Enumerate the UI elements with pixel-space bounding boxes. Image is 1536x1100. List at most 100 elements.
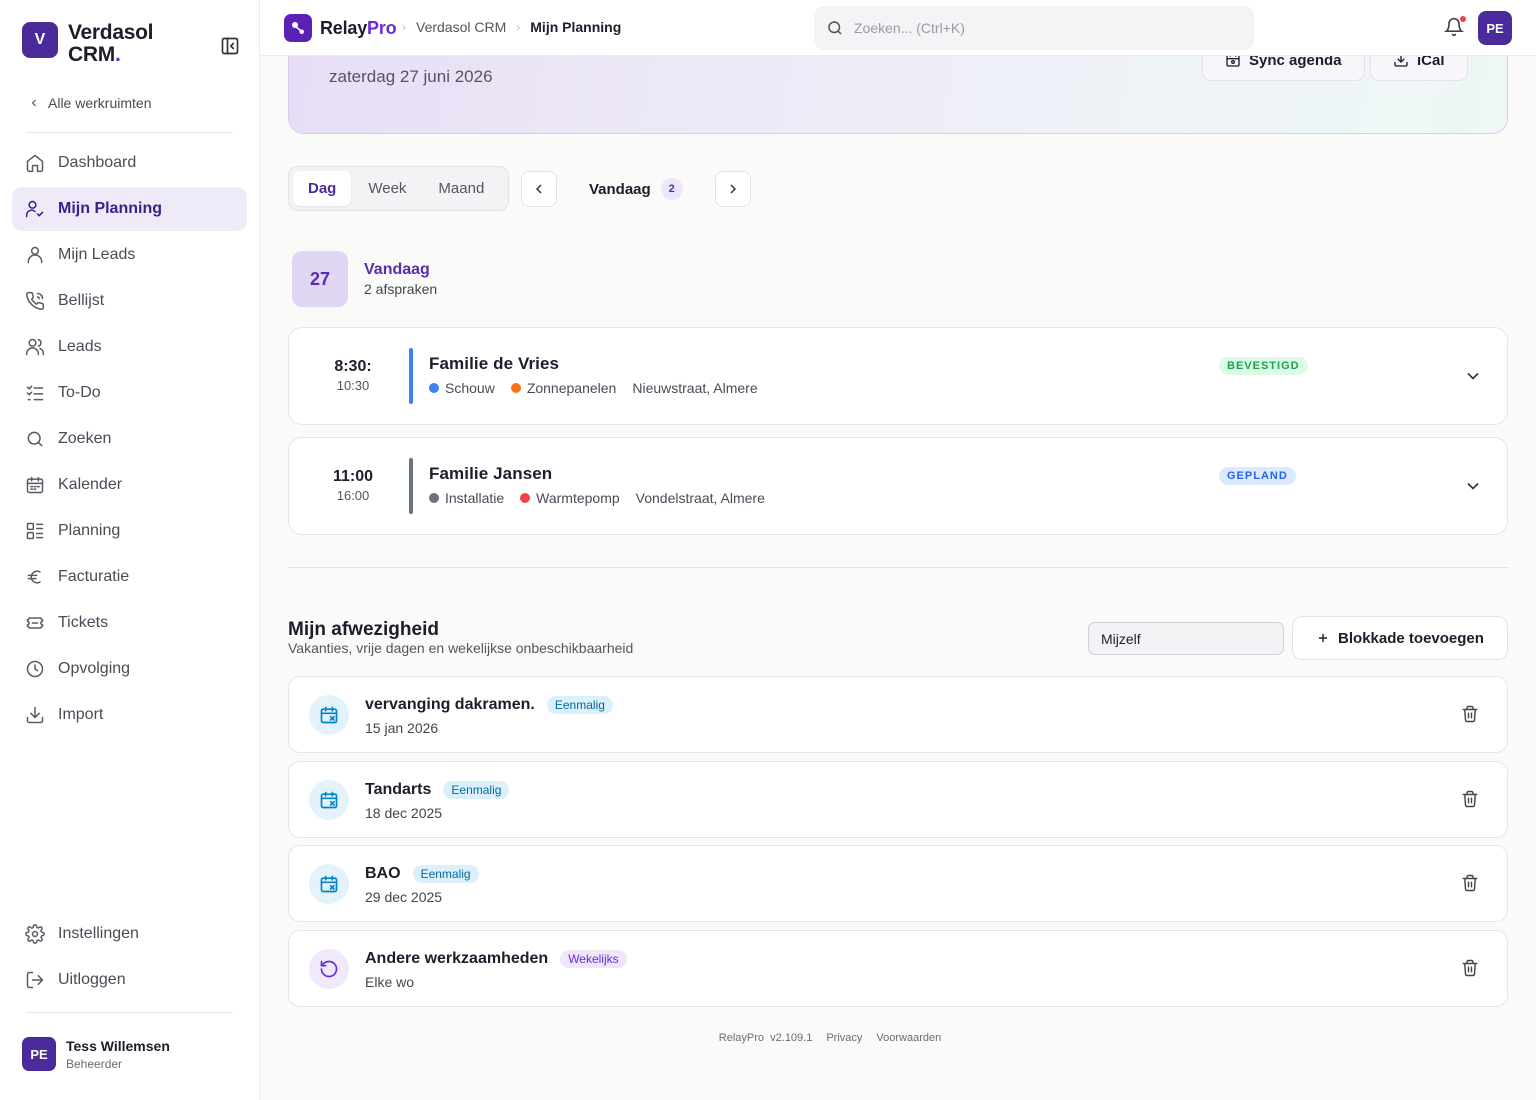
sidebar-item-label: Facturatie bbox=[58, 568, 130, 585]
sidebar-item-label: Opvolging bbox=[58, 660, 131, 677]
tab-maand[interactable]: Maand bbox=[423, 171, 499, 206]
trash-icon[interactable] bbox=[1461, 874, 1481, 894]
user-profile[interactable]: PE Tess Willemsen Beheerder bbox=[22, 1037, 170, 1071]
chevron-right-icon bbox=[730, 184, 737, 194]
breadcrumb-current: Mijn Planning bbox=[530, 19, 622, 35]
chevron-left-icon bbox=[31, 99, 36, 107]
appointment-type: Installatie bbox=[429, 490, 504, 506]
all-workspaces-link[interactable]: Alle werkruimten bbox=[28, 95, 151, 111]
today-button[interactable]: Vandaag 2 bbox=[589, 178, 683, 200]
sidebar-item-instellingen[interactable]: Instellingen bbox=[12, 912, 247, 956]
sidebar-item-dashboard[interactable]: Dashboard bbox=[12, 141, 247, 185]
absence-item[interactable]: Tandarts Eenmalig 18 dec 2025 bbox=[288, 760, 1508, 838]
tab-dag[interactable]: Dag bbox=[293, 171, 352, 206]
chevron-down-icon[interactable] bbox=[1463, 476, 1483, 496]
day-header: 27 Vandaag 2 afspraken bbox=[292, 251, 437, 307]
trash-icon[interactable] bbox=[1461, 959, 1481, 979]
terms-link[interactable]: Voorwaarden bbox=[876, 1032, 941, 1044]
calendar-x-icon bbox=[309, 695, 349, 735]
appointment-start: 8:30: bbox=[334, 358, 372, 375]
sidebar-item-mijn-planning[interactable]: Mijn Planning bbox=[12, 187, 247, 231]
bell-icon[interactable] bbox=[1444, 16, 1466, 40]
absence-item[interactable]: Andere werkzaamheden Wekelijks Elke wo bbox=[288, 929, 1508, 1007]
logout-icon bbox=[24, 969, 46, 991]
footer-version: RelayPro v2.109.1 bbox=[718, 1032, 813, 1044]
hero-date: zaterdag 27 juni 2026 bbox=[329, 67, 493, 86]
sidebar-item-label: To-Do bbox=[58, 384, 101, 401]
clock-icon bbox=[24, 658, 46, 680]
appointment-card[interactable]: 11:00 16:00 Familie Jansen Installatie Warmt… bbox=[288, 437, 1508, 535]
sidebar-item-leads[interactable]: Leads bbox=[12, 325, 247, 369]
appointment-card[interactable]: 8:30: 10:30 Familie de Vries Schouw Zonnepan… bbox=[288, 327, 1508, 425]
appointment-product: Warmtepomp bbox=[520, 490, 620, 506]
add-block-button[interactable]: Blokkade toevoegen bbox=[1292, 616, 1508, 660]
appointment-address: Vondelstraat, Almere bbox=[635, 490, 765, 506]
appointment-address: Nieuwstraat, Almere bbox=[632, 380, 758, 396]
absence-frequency-badge: Wekelijks bbox=[560, 949, 627, 968]
sidebar-item-import[interactable]: Import bbox=[12, 693, 247, 737]
sidebar-item-opvolging[interactable]: Opvolging bbox=[12, 647, 247, 691]
day-subtitle: 2 afspraken bbox=[364, 281, 438, 297]
search-input[interactable] bbox=[854, 20, 1234, 36]
sidebar-item-kalender[interactable]: Kalender bbox=[12, 463, 247, 507]
previous-day-button[interactable] bbox=[521, 171, 557, 207]
sidebar-item-label: Bellijst bbox=[58, 292, 105, 309]
sidebar-bottom-nav: Instellingen Uitloggen bbox=[12, 912, 247, 1004]
absence-item-date: 15 jan 2026 bbox=[365, 720, 439, 736]
person-select[interactable]: Mijzelf bbox=[1088, 622, 1284, 655]
sidebar-item-zoeken[interactable]: Zoeken bbox=[12, 417, 247, 461]
sidebar-item-tickets[interactable]: Tickets bbox=[12, 601, 247, 645]
layout-list-icon bbox=[24, 520, 46, 542]
sidebar-item-bellijst[interactable]: Bellijst bbox=[12, 279, 247, 323]
calendar-x-icon bbox=[309, 864, 349, 904]
workspace-switcher[interactable]: V Verdasol CRM. bbox=[22, 22, 198, 66]
next-day-button[interactable] bbox=[715, 171, 751, 207]
sidebar-item-label: Zoeken bbox=[58, 430, 112, 447]
type-dot bbox=[429, 383, 439, 393]
plus-icon bbox=[1318, 633, 1328, 643]
search-box[interactable] bbox=[814, 6, 1254, 50]
absence-item[interactable]: BAO Eenmalig 29 dec 2025 bbox=[288, 845, 1508, 922]
user-role: Beheerder bbox=[66, 1056, 123, 1071]
appointment-end: 10:30 bbox=[336, 378, 370, 393]
sidebar: V Verdasol CRM. Alle werkruimten Dashboa… bbox=[0, 0, 260, 1100]
sidebar-item-label: Import bbox=[58, 706, 104, 723]
sidebar-item-to-do[interactable]: To-Do bbox=[12, 371, 247, 415]
users-icon bbox=[24, 336, 46, 358]
absence-item-date: 18 dec 2025 bbox=[365, 804, 443, 821]
appointment-start: 11:00 bbox=[332, 468, 374, 485]
trash-icon[interactable] bbox=[1461, 790, 1481, 810]
user-check-icon bbox=[24, 198, 46, 220]
repeat-icon bbox=[309, 948, 349, 989]
user-icon bbox=[24, 244, 46, 266]
checklist-icon bbox=[24, 382, 46, 404]
relay-logo-icon bbox=[284, 14, 312, 42]
tab-week[interactable]: Week bbox=[353, 171, 421, 206]
absence-item[interactable]: vervanging dakramen. Eenmalig 15 jan 2026 bbox=[288, 676, 1508, 753]
phone-icon bbox=[24, 290, 46, 312]
appointment-title: Familie Jansen bbox=[429, 464, 553, 483]
home-icon bbox=[24, 152, 46, 174]
trash-icon[interactable] bbox=[1461, 705, 1481, 725]
download-icon bbox=[24, 704, 46, 726]
privacy-link[interactable]: Privacy bbox=[826, 1032, 862, 1044]
search-icon bbox=[828, 21, 842, 35]
avatar[interactable]: PE bbox=[1478, 11, 1512, 45]
footer: RelayPro v2.109.1 Privacy Voorwaarden bbox=[260, 1032, 1400, 1044]
sidebar-item-label: Dashboard bbox=[58, 154, 137, 171]
sidebar-item-label: Planning bbox=[58, 522, 121, 539]
sidebar-item-planning[interactable]: Planning bbox=[12, 509, 247, 553]
view-toggle: Dag Week Maand bbox=[288, 166, 509, 211]
brand-logo[interactable]: RelayPro bbox=[284, 14, 397, 42]
collapse-sidebar-icon[interactable] bbox=[220, 36, 240, 56]
sidebar-item-uitloggen[interactable]: Uitloggen bbox=[12, 958, 247, 1002]
sidebar-item-mijn-leads[interactable]: Mijn Leads bbox=[12, 233, 247, 277]
avatar: PE bbox=[22, 1037, 56, 1071]
breadcrumb-item[interactable]: Verdasol CRM bbox=[416, 19, 506, 35]
product-dot bbox=[520, 493, 531, 503]
appointment-type: Schouw bbox=[429, 380, 495, 396]
chevron-down-icon[interactable] bbox=[1463, 366, 1483, 386]
sidebar-item-facturatie[interactable]: Facturatie bbox=[12, 555, 247, 599]
absence-frequency-badge: Eenmalig bbox=[546, 696, 613, 714]
appointment-meta: Installatie Warmtepomp Vondelstraat, Almer… bbox=[429, 490, 781, 506]
